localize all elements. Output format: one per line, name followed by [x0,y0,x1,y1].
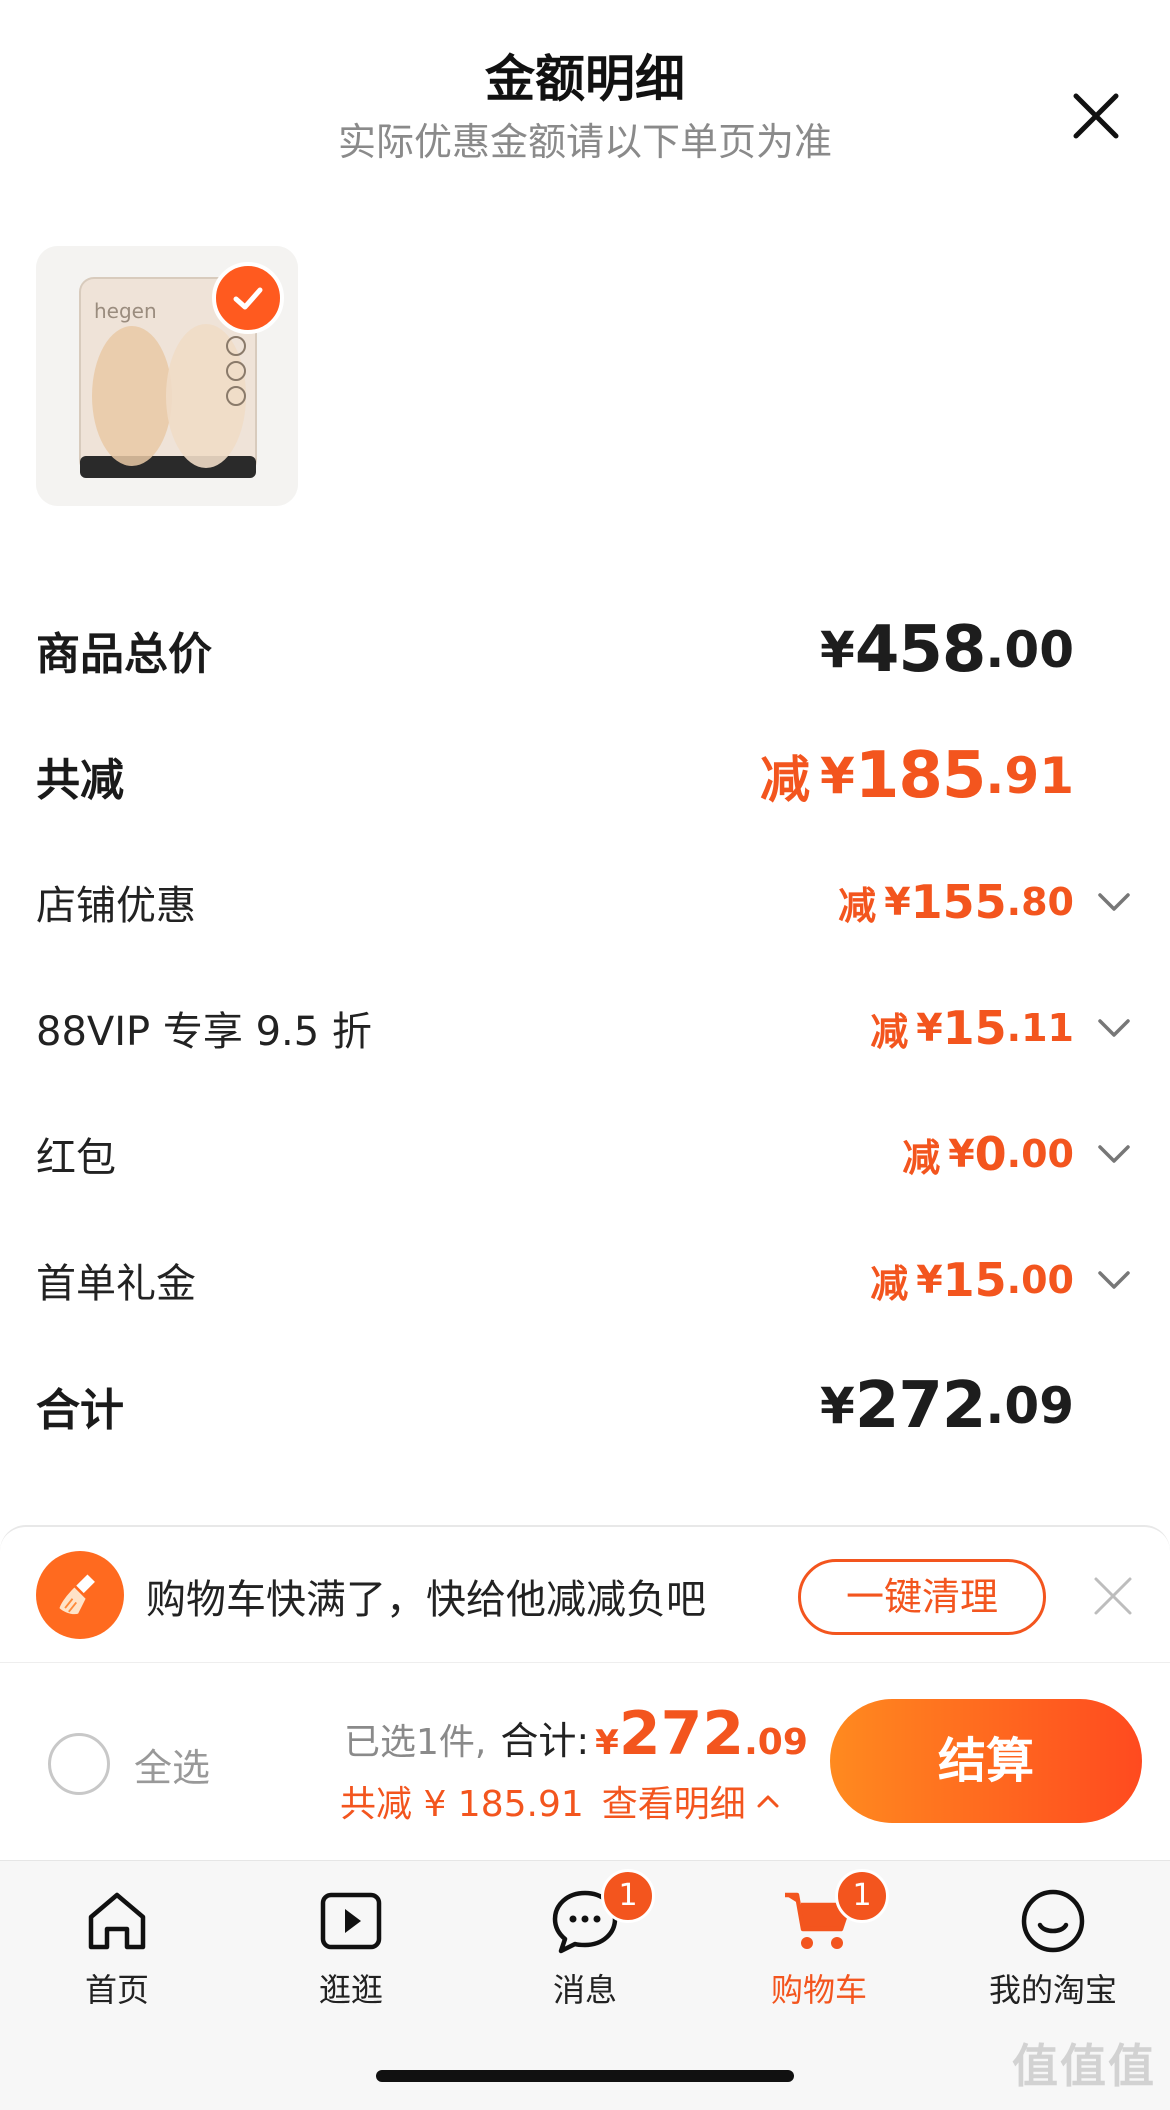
discount-row-shop[interactable]: 店铺优惠 减 ¥155.80 [36,852,1136,952]
tab-label: 购物车 [770,1971,867,2009]
selected-check-icon[interactable] [212,262,284,334]
amount-integer: 15 [942,1253,1007,1307]
discount-label: 店铺优惠 [36,883,196,929]
close-icon[interactable] [1090,1573,1136,1619]
checkout-bar: 全选 已选1件, 合计: ¥ 272 .09 共减 ¥ 185.91 查看明细 … [0,1662,1170,1860]
tab-label: 逛逛 [318,1971,383,2009]
total-integer: 272 [618,1699,745,1769]
sheet-subtitle: 实际优惠金额请以下单页为准 [337,120,832,164]
goods-total-row: 商品总价 ¥458.00 [36,600,1136,700]
tab-label: 消息 [552,1971,617,2009]
currency-symbol: ¥ [884,880,911,924]
discount-label: 红包 [36,1135,116,1181]
goods-total-value: ¥458.00 [820,613,1136,687]
checkout-summary: 已选1件, 合计: ¥ 272 .09 [344,1699,808,1769]
amount-integer: 272 [854,1369,987,1443]
tab-messages[interactable]: 1 消息 [485,1869,685,2011]
view-detail-link[interactable]: 查看明细 [602,1775,746,1827]
checkout-button[interactable]: 结算 [830,1699,1142,1823]
discount-label: 首单礼金 [36,1261,196,1307]
chat-icon: 1 [545,1869,655,1961]
amount-integer: 15 [942,1001,1007,1055]
broom-icon [36,1551,124,1639]
amount-integer: 0 [974,1127,1007,1181]
discount-value: 减 ¥15.11 [870,1001,1136,1056]
watermark: 值值值 [1012,2039,1156,2093]
tab-explore[interactable]: 逛逛 [251,1881,451,2011]
reduction-prefix: 减 [760,751,811,809]
notice-text: 购物车快满了，快给他减减负吧 [146,1577,706,1623]
amount-integer: 185 [854,739,987,813]
amount-decimal: .80 [1006,880,1074,924]
sum-label: 合计 [36,1385,124,1436]
currency-symbol: ¥ [820,621,855,679]
reduction-summary[interactable]: 共减 ¥ 185.91 查看明细 [340,1775,782,1827]
amount-decimal: .00 [985,621,1074,679]
sheet-header: 金额明细 实际优惠金额请以下单页为准 [0,44,1170,168]
discount-value: 减 ¥0.00 [902,1127,1136,1182]
notification-badge: 1 [835,1869,889,1923]
amount-decimal: .09 [985,1377,1074,1435]
home-indicator [376,2070,794,2082]
amount-detail-sheet: 金额明细 实际优惠金额请以下单页为准 hegen 商品总价 ¥458.00 共减… [0,0,1170,1525]
sum-row: 合计 ¥272.09 [36,1356,1136,1456]
discount-row-88vip[interactable]: 88VIP 专享 9.5 折 减 ¥15.11 [36,978,1136,1078]
tab-label: 首页 [84,1971,149,2009]
amount-decimal: .91 [985,747,1074,805]
currency-symbol: ¥ [916,1258,943,1302]
sheet-title: 金额明细 [485,50,685,108]
reduction-prefix: 减 [870,1009,909,1054]
amount-decimal: .00 [1006,1132,1074,1176]
tab-cart[interactable]: 1 购物车 [719,1869,919,2011]
currency-symbol: ¥ [820,747,855,805]
amount-decimal: .00 [1006,1258,1074,1302]
discount-label: 88VIP 专享 9.5 折 [36,1009,372,1055]
total-label: 合计: [500,1719,590,1763]
total-reduction-value: 减 ¥185.91 [760,739,1136,813]
chevron-down-icon[interactable] [1092,880,1136,924]
cart-icon: 1 [779,1869,889,1961]
currency-symbol: ¥ [916,1006,943,1050]
home-icon [77,1881,157,1961]
tab-label: 我的淘宝 [988,1971,1117,2009]
chevron-down-icon[interactable] [1092,1132,1136,1176]
reduction-prefix: 减 [838,883,877,928]
total-reduction-label: 共减 [36,755,124,806]
select-all-toggle[interactable]: 全选 [48,1733,210,1795]
select-all-label: 全选 [134,1745,211,1790]
currency-symbol: ¥ [820,1377,855,1435]
notification-badge: 1 [601,1869,655,1923]
play-icon [311,1881,391,1961]
amount-decimal: .11 [1006,1006,1074,1050]
chevron-up-icon[interactable] [754,1787,782,1815]
amount-integer: 458 [854,613,987,687]
close-icon[interactable] [1066,86,1126,146]
reduction-prefix: 减 [870,1261,909,1306]
sum-value: ¥272.09 [820,1369,1136,1443]
amount-integer: 155 [910,875,1007,929]
select-all-radio[interactable] [48,1733,110,1795]
reduction-text: 共减 ¥ 185.91 [340,1784,584,1825]
smile-icon [1013,1881,1093,1961]
discount-value: 减 ¥15.00 [870,1253,1136,1308]
total-reduction-row: 共减 减 ¥185.91 [36,726,1136,826]
reduction-prefix: 减 [902,1135,941,1180]
tab-home[interactable]: 首页 [17,1881,217,2011]
chevron-down-icon[interactable] [1092,1258,1136,1302]
cart-full-notice: 购物车快满了，快给他减减负吧 一键清理 [0,1525,1170,1662]
tab-my-taobao[interactable]: 我的淘宝 [953,1881,1153,2011]
product-brand-text: hegen [94,299,157,323]
chevron-down-icon[interactable] [1092,1006,1136,1050]
discount-row-redpacket[interactable]: 红包 减 ¥0.00 [36,1104,1136,1204]
discount-row-first-order[interactable]: 首单礼金 减 ¥15.00 [36,1230,1136,1330]
currency-symbol: ¥ [595,1723,619,1763]
one-click-clean-button[interactable]: 一键清理 [798,1559,1046,1635]
discount-value: 减 ¥155.80 [838,875,1136,930]
selected-count-text: 已选1件, [344,1722,487,1763]
currency-symbol: ¥ [948,1132,975,1176]
total-decimal: .09 [744,1722,808,1763]
goods-total-label: 商品总价 [36,629,212,680]
